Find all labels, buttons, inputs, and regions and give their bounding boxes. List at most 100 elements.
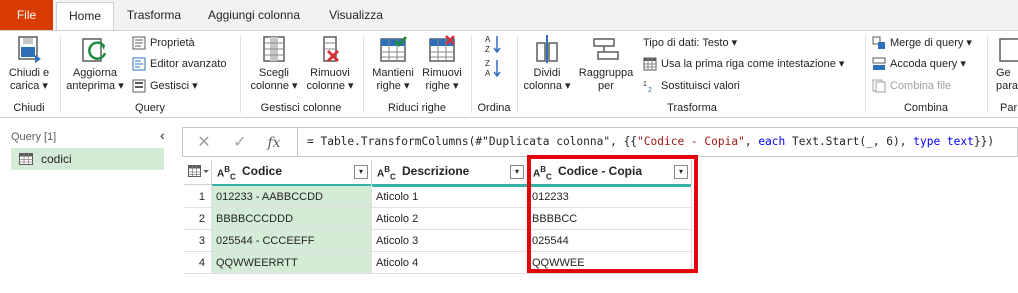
svg-text:Z: Z (485, 59, 490, 68)
group-by-button[interactable]: Raggruppa per (574, 33, 638, 93)
merge-queries-label: Merge di query ▾ (890, 37, 972, 49)
row-number[interactable]: 1 (184, 186, 212, 208)
close-load-label-1: Chiudi e (8, 67, 50, 79)
column-header-descrizione[interactable]: ABC Descrizione ▾ (372, 160, 528, 187)
manage-parameters-button[interactable]: Ge para (996, 33, 1018, 93)
tab-file[interactable]: File (0, 0, 53, 30)
remove-rows-icon (429, 35, 455, 62)
table-icon (19, 153, 33, 165)
sort-descending-button[interactable]: ZA (484, 57, 502, 81)
choose-columns-button[interactable]: Scegli colonne ▾ (246, 33, 302, 93)
highlight-box (527, 155, 698, 273)
tab-trasforma[interactable]: Trasforma (118, 2, 190, 30)
row-number[interactable]: 3 (184, 230, 212, 252)
group-divider (517, 35, 518, 113)
manage-label: Gestisci ▾ (150, 80, 198, 92)
advanced-editor-button[interactable]: Editor avanzato (132, 54, 226, 74)
group-label-parametri: Par (1000, 102, 1018, 114)
table-cell[interactable]: 025544 - CCCEEFF (212, 230, 372, 252)
keep-rows-button[interactable]: Mantieni righe ▾ (366, 33, 420, 93)
remove-columns-icon (323, 36, 340, 63)
group-divider (60, 35, 61, 113)
query-item-label: codici (41, 152, 72, 166)
combine-files-button[interactable]: Combina file (872, 76, 951, 96)
formula-keyword: each (758, 135, 786, 148)
collapse-pane-icon[interactable]: ‹ (160, 127, 165, 143)
ribbon: Chiudi e carica ▾ Chiudi Aggiorna antepr… (0, 30, 1018, 118)
table-cell[interactable]: QQWWEERRTT (212, 252, 372, 274)
column-header-label: Descrizione (402, 164, 470, 178)
append-queries-button[interactable]: Accoda query ▾ (872, 54, 966, 74)
confirm-formula-icon[interactable]: ✓ (227, 131, 253, 155)
combine-files-label: Combina file (890, 80, 952, 92)
close-load-button[interactable]: Chiudi e carica ▾ (4, 33, 54, 93)
merge-queries-button[interactable]: Merge di query ▾ (872, 33, 972, 53)
table-header-icon (643, 57, 657, 71)
advanced-editor-icon (132, 57, 146, 71)
table-menu-icon (188, 165, 209, 177)
group-divider (987, 35, 988, 113)
formula-keyword: type text (913, 135, 974, 148)
table-cell[interactable]: Aticolo 3 (372, 230, 528, 252)
group-label-gestisci-colonne: Gestisci colonne (260, 102, 342, 114)
tab-visualizza[interactable]: Visualizza (318, 2, 394, 30)
grid-corner-menu[interactable] (184, 160, 212, 185)
refresh-label-2: anteprima ▾ (66, 80, 124, 92)
data-type-dropdown[interactable]: Tipo di dati: Testo ▾ (643, 33, 737, 53)
refresh-preview-button[interactable]: Aggiorna anteprima ▾ (66, 33, 124, 93)
table-cell[interactable]: Aticolo 1 (372, 186, 528, 208)
replace-values-label: Sostituisci valori (661, 80, 740, 92)
table-cell[interactable]: Aticolo 2 (372, 208, 528, 230)
remove-rows-label-2: righe ▾ (425, 80, 459, 92)
group-by-icon (593, 38, 619, 60)
column-header-label: Codice (242, 164, 283, 178)
table-cell[interactable]: Aticolo 4 (372, 252, 528, 274)
column-header-codice[interactable]: ABC Codice ▾ (212, 160, 372, 187)
keep-rows-label-1: Mantieni (372, 67, 414, 79)
formula-bar: ✕ ✓ fx = Table.TransformColumns(#"Duplic… (182, 127, 1018, 157)
data-type-label: Tipo di dati: Testo ▾ (643, 37, 738, 49)
column-filter-dropdown-icon[interactable]: ▾ (510, 165, 524, 179)
column-filter-dropdown-icon[interactable]: ▾ (354, 165, 368, 179)
tab-home[interactable]: Home (56, 2, 114, 31)
row-number[interactable]: 2 (184, 208, 212, 230)
remove-columns-label-2: colonne ▾ (306, 80, 354, 92)
formula-string: "Codice - Copia" (637, 135, 745, 148)
tab-aggiungi-colonna[interactable]: Aggiungi colonna (196, 2, 312, 30)
row-number[interactable]: 4 (184, 252, 212, 274)
split-column-label-2: colonna ▾ (523, 80, 571, 92)
table-cell[interactable]: 012233 - AABBCCDD (212, 186, 372, 208)
sort-ascending-button[interactable]: AZ (484, 33, 502, 57)
group-by-label-2: per (598, 80, 614, 92)
formula-part: , (744, 135, 759, 148)
close-load-icon (18, 36, 41, 63)
svg-text:1: 1 (643, 81, 647, 88)
properties-button[interactable]: Proprietà (132, 33, 195, 53)
remove-columns-button[interactable]: Rimuovi colonne ▾ (302, 33, 358, 93)
svg-text:2: 2 (648, 87, 652, 93)
remove-rows-label-1: Rimuovi (422, 67, 462, 79)
keep-rows-label-2: righe ▾ (376, 80, 410, 92)
properties-label: Proprietà (150, 37, 195, 49)
choose-columns-label-1: Scegli (259, 67, 289, 79)
manage-button[interactable]: Gestisci ▾ (132, 76, 198, 96)
remove-columns-label-1: Rimuovi (310, 67, 350, 79)
query-item-codici[interactable]: codici (11, 148, 164, 170)
parameters-icon (999, 38, 1018, 62)
formula-input[interactable]: = Table.TransformColumns(#"Duplicata col… (307, 128, 994, 156)
use-first-row-as-headers-button[interactable]: Usa la prima riga come intestazione ▾ (643, 54, 844, 74)
combine-files-icon (872, 79, 886, 93)
formula-part: = Table.TransformColumns(#"Duplicata col… (307, 135, 638, 148)
advanced-editor-label: Editor avanzato (150, 58, 227, 70)
table-cell[interactable]: BBBBCCCDDD (212, 208, 372, 230)
split-column-button[interactable]: Dividi colonna ▾ (522, 33, 572, 93)
merge-queries-icon (872, 36, 885, 50)
properties-icon (132, 36, 146, 50)
insert-function-icon[interactable]: fx (261, 131, 287, 155)
remove-rows-button[interactable]: Rimuovi righe ▾ (418, 33, 466, 93)
cancel-formula-icon[interactable]: ✕ (191, 131, 217, 155)
parameters-label-1: Ge (996, 67, 1011, 79)
replace-values-button[interactable]: 1 2 Sostituisci valori (643, 76, 740, 96)
group-label-combina: Combina (903, 102, 949, 114)
refresh-icon (82, 38, 107, 62)
